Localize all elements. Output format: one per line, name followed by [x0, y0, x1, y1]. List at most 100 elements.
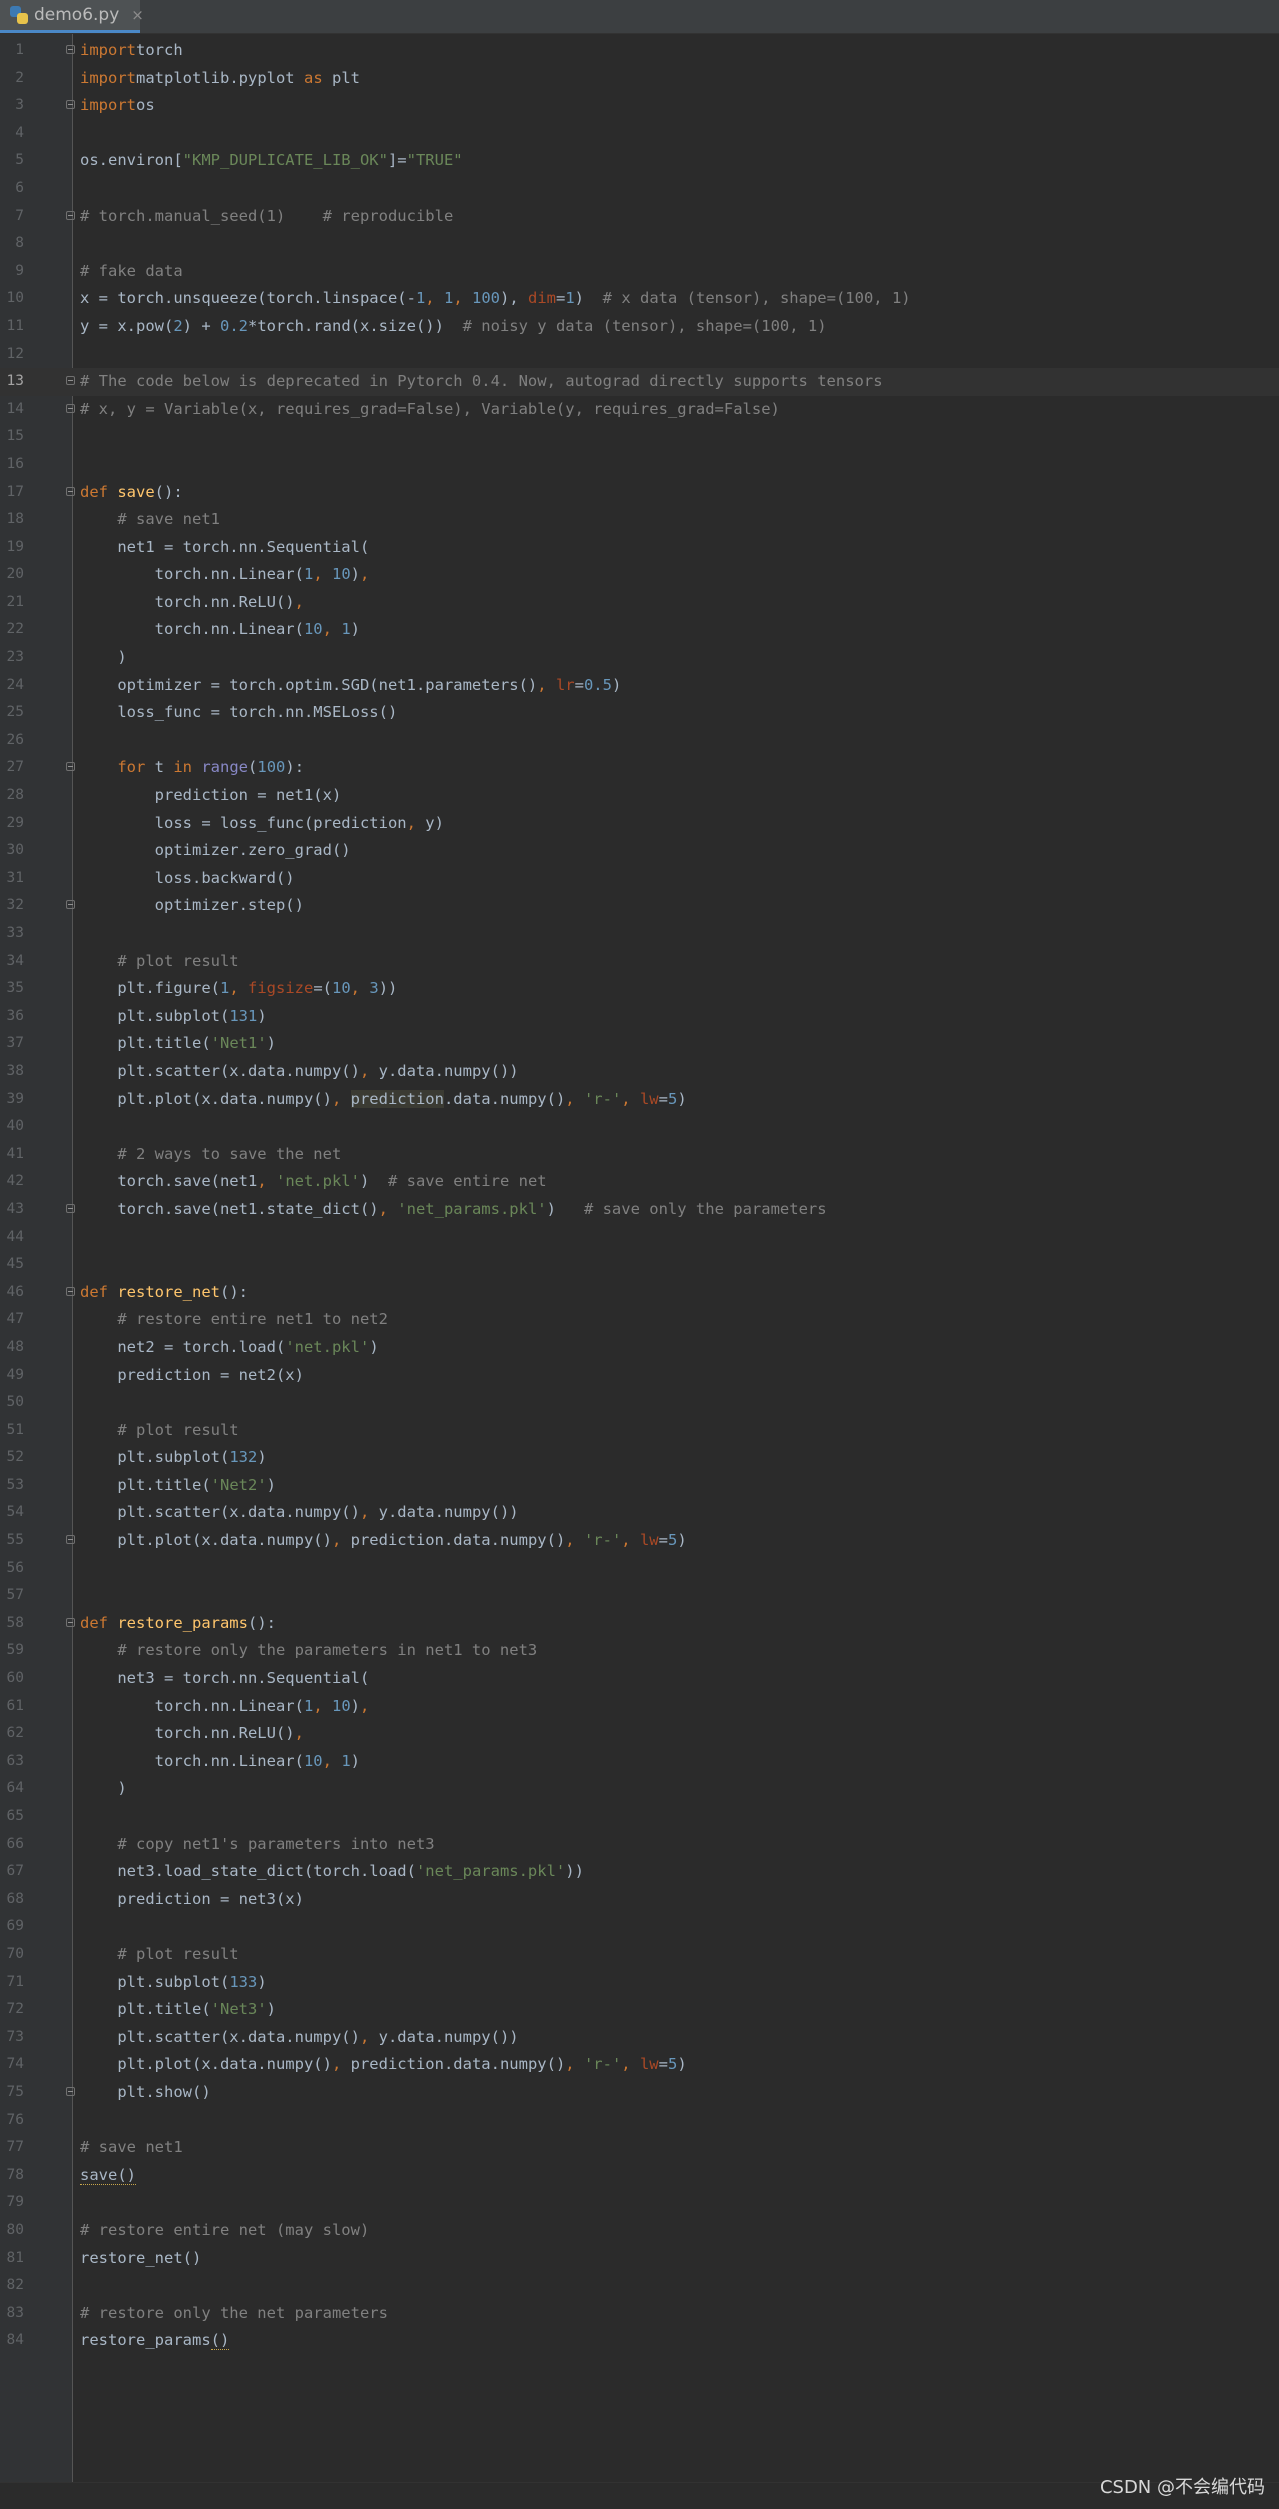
fold-marker-icon[interactable] [66, 762, 75, 772]
code-line[interactable]: 84 restore_params() [0, 2327, 1279, 2355]
code-line[interactable]: 66 # copy net1's parameters into net3 [0, 1831, 1279, 1859]
code-line[interactable]: 1 importtorch [0, 37, 1279, 65]
code-line[interactable]: 23 ) [0, 644, 1279, 672]
code-line[interactable]: 33 [0, 920, 1279, 948]
code-line[interactable]: 57 [0, 1582, 1279, 1610]
code-line[interactable]: 52 plt.subplot(132) [0, 1444, 1279, 1472]
fold-marker-icon[interactable] [66, 45, 75, 54]
code-line[interactable]: 40 [0, 1113, 1279, 1141]
code-line[interactable]: 73 plt.scatter(x.data.numpy(), y.data.nu… [0, 2024, 1279, 2052]
code-line[interactable]: 56 [0, 1555, 1279, 1583]
code-line[interactable]: 83 # restore only the net parameters [0, 2300, 1279, 2328]
code-line[interactable]: 67 net3.load_state_dict(torch.load('net_… [0, 1858, 1279, 1886]
code-line[interactable]: 7 # torch.manual_seed(1) # reproducible [0, 203, 1279, 231]
code-line[interactable]: 45 [0, 1251, 1279, 1279]
code-line[interactable]: 27 for t in range(100): [0, 754, 1279, 782]
code-line[interactable]: 34 # plot result [0, 948, 1279, 976]
code-line[interactable]: 13 # The code below is deprecated in Pyto… [0, 368, 1279, 396]
code-line[interactable]: 36 plt.subplot(131) [0, 1003, 1279, 1031]
code-line[interactable]: 21 torch.nn.ReLU(), [0, 589, 1279, 617]
code-line[interactable]: 69 [0, 1913, 1279, 1941]
code-line[interactable]: 31 loss.backward() [0, 865, 1279, 893]
code-line[interactable]: 16 [0, 451, 1279, 479]
code-line[interactable]: 11 y = x.pow(2) + 0.2*torch.rand(x.size()… [0, 313, 1279, 341]
code-line[interactable]: 46 def restore_net(): [0, 1279, 1279, 1307]
code-line[interactable]: 49 prediction = net2(x) [0, 1362, 1279, 1390]
code-line[interactable]: 8 [0, 230, 1279, 258]
code-line[interactable]: 47 # restore entire net1 to net2 [0, 1306, 1279, 1334]
code-line[interactable]: 3 importos [0, 92, 1279, 120]
code-line[interactable]: 50 [0, 1389, 1279, 1417]
code-line[interactable]: 68 prediction = net3(x) [0, 1886, 1279, 1914]
code-line[interactable]: 35 plt.figure(1, figsize=(10, 3)) [0, 975, 1279, 1003]
code-line[interactable]: 48 net2 = torch.load('net.pkl') [0, 1334, 1279, 1362]
fold-marker-icon[interactable] [66, 403, 75, 413]
code-line[interactable]: 28 prediction = net1(x) [0, 782, 1279, 810]
code-line[interactable]: 63 torch.nn.Linear(10, 1) [0, 1748, 1279, 1776]
code-line[interactable]: 55 plt.plot(x.data.numpy(), prediction.d… [0, 1527, 1279, 1555]
code-line[interactable]: 37 plt.title('Net1') [0, 1030, 1279, 1058]
code-line[interactable]: 22 torch.nn.Linear(10, 1) [0, 616, 1279, 644]
code-line[interactable]: 70 # plot result [0, 1941, 1279, 1969]
code-line[interactable]: 64 ) [0, 1775, 1279, 1803]
code-line[interactable]: 61 torch.nn.Linear(1, 10), [0, 1693, 1279, 1721]
code-line[interactable]: 72 plt.title('Net3') [0, 1996, 1279, 2024]
fold-marker-icon[interactable] [66, 2086, 75, 2096]
code-line[interactable]: 24 optimizer = torch.optim.SGD(net1.para… [0, 672, 1279, 700]
code-line[interactable]: 19 net1 = torch.nn.Sequential( [0, 534, 1279, 562]
code-line[interactable]: 78 save() [0, 2162, 1279, 2190]
code-line[interactable]: 4 [0, 120, 1279, 148]
fold-marker-icon[interactable] [66, 1203, 75, 1213]
code-line[interactable]: 18 # save net1 [0, 506, 1279, 534]
code-line[interactable]: 82 [0, 2272, 1279, 2300]
code-line[interactable]: 29 loss = loss_func(prediction, y) [0, 810, 1279, 838]
close-icon[interactable]: × [131, 6, 144, 24]
code-line[interactable]: 76 [0, 2107, 1279, 2135]
code-line[interactable]: 60 net3 = torch.nn.Sequential( [0, 1665, 1279, 1693]
code-line[interactable]: 6 [0, 175, 1279, 203]
code-line[interactable]: 42 torch.save(net1, 'net.pkl') # save en… [0, 1168, 1279, 1196]
code-line[interactable]: 44 [0, 1224, 1279, 1252]
fold-marker-icon[interactable] [66, 486, 75, 496]
fold-marker-icon[interactable] [66, 900, 75, 910]
code-line[interactable]: 10 x = torch.unsqueeze(torch.linspace(-1,… [0, 285, 1279, 313]
code-line[interactable]: 59 # restore only the parameters in net1… [0, 1637, 1279, 1665]
code-line[interactable]: 74 plt.plot(x.data.numpy(), prediction.d… [0, 2051, 1279, 2079]
code-line[interactable]: 71 plt.subplot(133) [0, 1969, 1279, 1997]
code-line[interactable]: 26 [0, 727, 1279, 755]
code-line[interactable]: 32 optimizer.step() [0, 892, 1279, 920]
code-line[interactable]: 17 def save(): [0, 479, 1279, 507]
code-line[interactable]: 15 [0, 423, 1279, 451]
code-editor[interactable]: 1 importtorch 2 importmatplotlib.pyplot as … [0, 37, 1279, 2355]
code-line[interactable]: 43 torch.save(net1.state_dict(), 'net_pa… [0, 1196, 1279, 1224]
fold-marker-icon[interactable] [66, 100, 75, 110]
code-line[interactable]: 41 # 2 ways to save the net [0, 1141, 1279, 1169]
code-line[interactable]: 39 plt.plot(x.data.numpy(), prediction.d… [0, 1086, 1279, 1114]
fold-marker-icon[interactable] [66, 1617, 75, 1627]
code-line[interactable]: 58 def restore_params(): [0, 1610, 1279, 1638]
fold-marker-icon[interactable] [66, 376, 75, 386]
fold-marker-icon[interactable] [66, 210, 75, 220]
horizontal-scrollbar[interactable] [0, 2482, 1279, 2509]
code-line[interactable]: 14 # x, y = Variable(x, requires_grad=Fal… [0, 396, 1279, 424]
code-line[interactable]: 75 plt.show() [0, 2079, 1279, 2107]
code-line[interactable]: 62 torch.nn.ReLU(), [0, 1720, 1279, 1748]
code-line[interactable]: 9 # fake data [0, 258, 1279, 286]
code-line[interactable]: 77 # save net1 [0, 2134, 1279, 2162]
code-line[interactable]: 12 [0, 341, 1279, 369]
code-line[interactable]: 51 # plot result [0, 1417, 1279, 1445]
code-line[interactable]: 38 plt.scatter(x.data.numpy(), y.data.nu… [0, 1058, 1279, 1086]
code-line[interactable]: 25 loss_func = torch.nn.MSELoss() [0, 699, 1279, 727]
code-line[interactable]: 5 os.environ["KMP_DUPLICATE_LIB_OK"]="TRU… [0, 147, 1279, 175]
code-line[interactable]: 79 [0, 2189, 1279, 2217]
code-line[interactable]: 81 restore_net() [0, 2245, 1279, 2273]
fold-marker-icon[interactable] [66, 1535, 75, 1545]
code-line[interactable]: 30 optimizer.zero_grad() [0, 837, 1279, 865]
file-tab[interactable]: demo6.py × [0, 0, 144, 33]
code-line[interactable]: 54 plt.scatter(x.data.numpy(), y.data.nu… [0, 1499, 1279, 1527]
code-line[interactable]: 65 [0, 1803, 1279, 1831]
code-line[interactable]: 53 plt.title('Net2') [0, 1472, 1279, 1500]
code-line[interactable]: 2 importmatplotlib.pyplot as plt [0, 65, 1279, 93]
fold-marker-icon[interactable] [66, 1286, 75, 1296]
code-line[interactable]: 80 # restore entire net (may slow) [0, 2217, 1279, 2245]
